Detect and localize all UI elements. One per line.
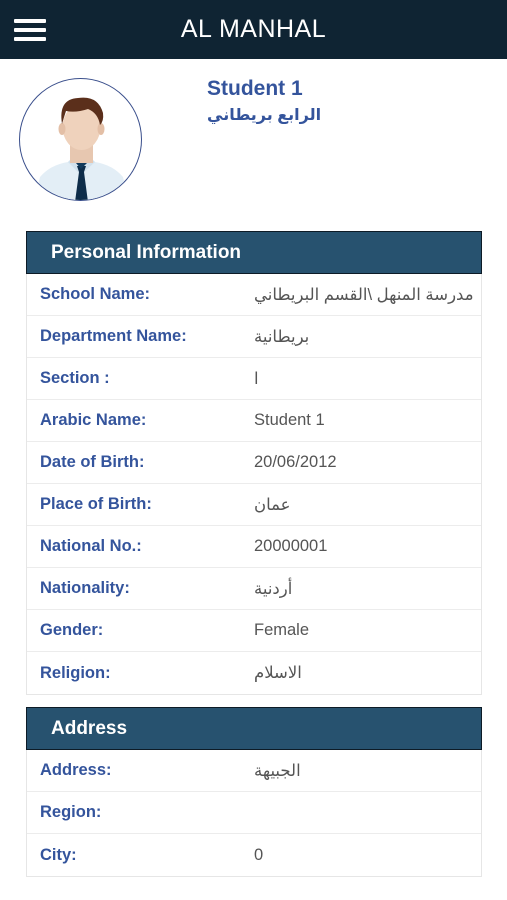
student-name: Student 1 <box>207 77 303 100</box>
section-label: Section : <box>40 369 110 387</box>
address-section: Address Address: الجبيهة Region: City: 0 <box>26 707 482 877</box>
date-of-birth-label: Date of Birth: <box>40 453 145 471</box>
religion-value: الاسلام <box>254 664 302 682</box>
section-row: Section : ا <box>27 358 481 400</box>
religion-row: Religion: الاسلام <box>27 652 481 694</box>
national-no-label: National No.: <box>40 537 142 555</box>
student-profile: Student 1 الرابع بريطاني <box>0 59 507 219</box>
national-no-value: 20000001 <box>254 537 328 555</box>
school-name-value: مدرسة المنهل \القسم البريطاني <box>254 285 474 304</box>
region-row: Region: <box>27 792 481 834</box>
address-row: Address: الجبيهة <box>27 750 481 792</box>
city-label: City: <box>40 845 77 864</box>
school-name-label: School Name: <box>40 285 151 303</box>
gender-value: Female <box>254 621 310 639</box>
student-avatar-icon <box>19 78 142 201</box>
address-header: Address <box>26 707 482 750</box>
section-value: ا <box>254 369 259 388</box>
city-row: City: 0 <box>27 834 481 876</box>
gender-label: Gender: <box>40 621 104 639</box>
address-label: Address: <box>40 761 112 779</box>
address-value: الجبيهة <box>254 761 301 780</box>
national-no-row: National No.: 20000001 <box>27 526 481 568</box>
school-name-row: School Name: مدرسة المنهل \القسم البريطا… <box>27 274 481 316</box>
personal-information-header: Personal Information <box>26 231 482 274</box>
address-list: Address: الجبيهة Region: City: 0 <box>26 750 482 877</box>
department-name-value: بريطانية <box>254 327 310 346</box>
nationality-label: Nationality: <box>40 579 130 597</box>
region-label: Region: <box>40 803 102 821</box>
arabic-name-row: Arabic Name: Student 1 <box>27 400 481 442</box>
date-of-birth-value: 20/06/2012 <box>254 453 337 471</box>
student-grade: الرابع بريطاني <box>207 107 322 124</box>
hamburger-menu-icon[interactable] <box>14 19 46 41</box>
app-header: AL MANHAL <box>0 0 507 59</box>
place-of-birth-value: عمان <box>254 495 291 514</box>
department-name-label: Department Name: <box>40 327 187 345</box>
nationality-row: Nationality: أردنية <box>27 568 481 610</box>
department-name-row: Department Name: بريطانية <box>27 316 481 358</box>
place-of-birth-label: Place of Birth: <box>40 495 152 513</box>
arabic-name-label: Arabic Name: <box>40 411 147 429</box>
arabic-name-value: Student 1 <box>254 411 325 429</box>
personal-information-list: School Name: مدرسة المنهل \القسم البريطا… <box>26 274 482 695</box>
nationality-value: أردنية <box>254 579 293 598</box>
personal-information-section: Personal Information School Name: مدرسة … <box>26 231 482 695</box>
date-of-birth-row: Date of Birth: 20/06/2012 <box>27 442 481 484</box>
religion-label: Religion: <box>40 663 111 682</box>
place-of-birth-row: Place of Birth: عمان <box>27 484 481 526</box>
gender-row: Gender: Female <box>27 610 481 652</box>
city-value: 0 <box>254 845 264 864</box>
app-title: AL MANHAL <box>180 15 327 43</box>
